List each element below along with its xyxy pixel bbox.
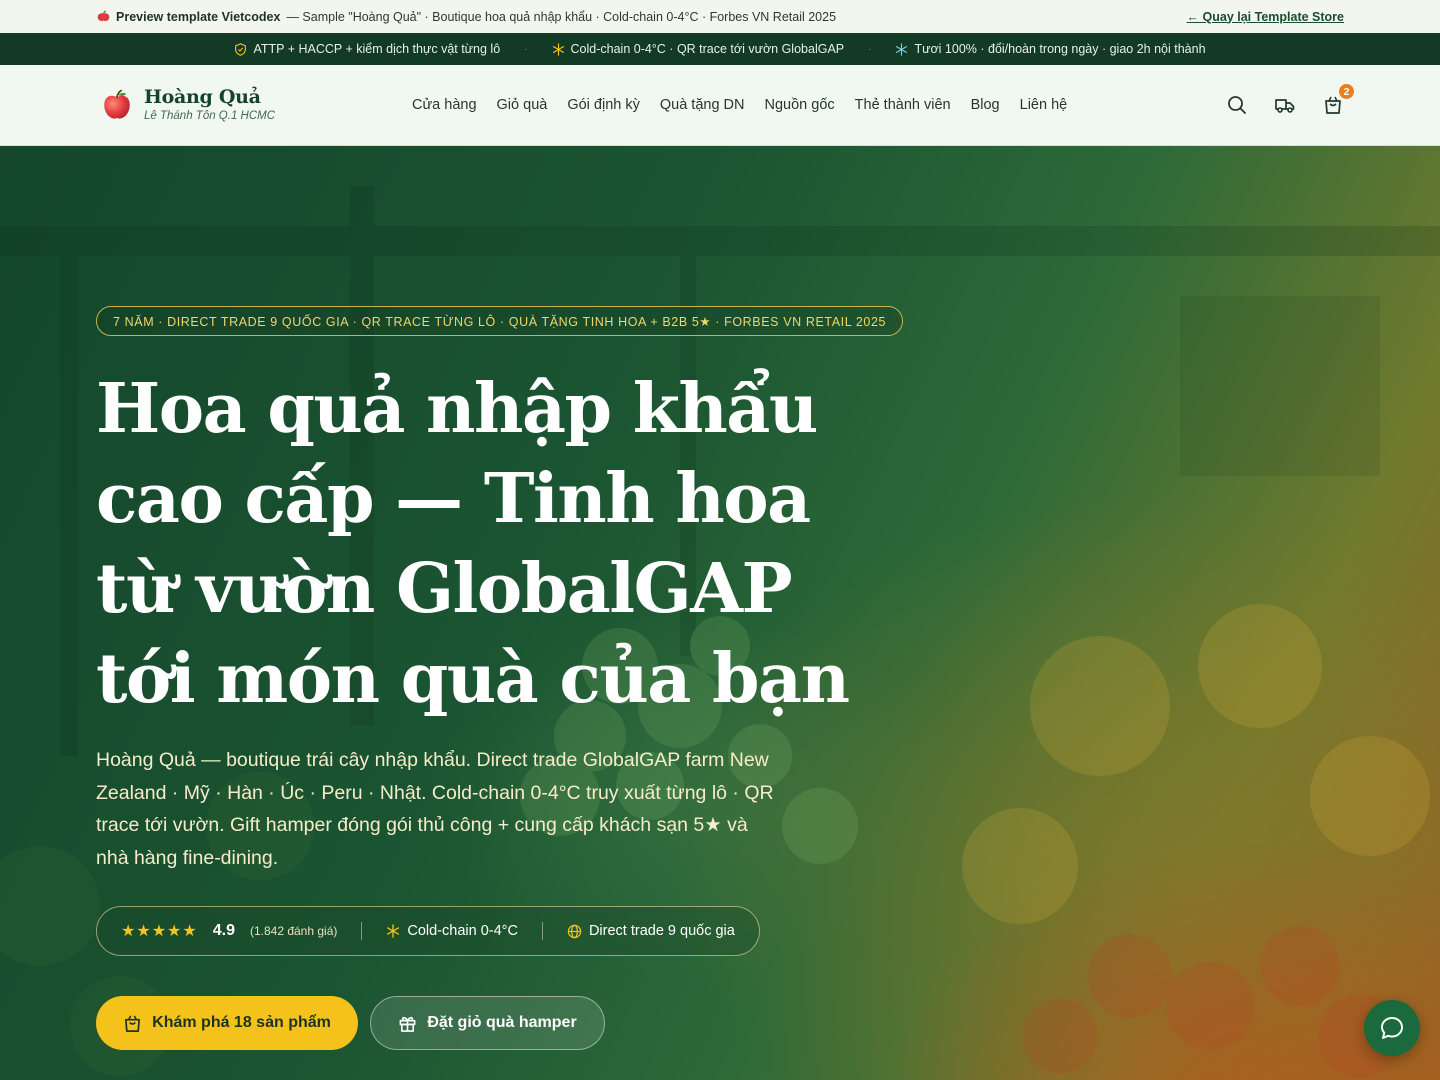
search-icon bbox=[1228, 96, 1246, 114]
trust-separator: · bbox=[868, 43, 872, 55]
shopping-bag-icon bbox=[125, 1015, 141, 1032]
hero-section: 7 NĂM · DIRECT TRADE 9 QUỐC GIA · QR TRA… bbox=[0, 146, 1440, 1080]
cart-button[interactable]: 2 bbox=[1322, 82, 1356, 116]
direct-trade-stat: Direct trade 9 quốc gia bbox=[567, 923, 735, 939]
hero-stats: ★★★★★ 4.9 (1.842 đánh giá) Cold-chain 0-… bbox=[96, 906, 760, 956]
trust-item-text: Tươi 100% · đổi/hoàn trong ngày · giao 2… bbox=[914, 42, 1206, 56]
globe-icon bbox=[567, 924, 582, 938]
brand-tagline: Lê Thánh Tôn Q.1 HCMC bbox=[144, 109, 276, 122]
trust-item-text: ATTP + HACCP + kiểm dịch thực vật từng l… bbox=[253, 42, 501, 56]
cart-count-badge: 2 bbox=[1337, 82, 1356, 101]
nav-item-shop[interactable]: Cửa hàng bbox=[412, 97, 477, 113]
main-nav: Cửa hàng Giỏ quà Gói định kỳ Quà tặng DN… bbox=[412, 97, 1067, 113]
nav-item-origin[interactable]: Nguồn gốc bbox=[765, 97, 835, 113]
order-hamper-label: Đặt giỏ quà hamper bbox=[427, 1014, 577, 1031]
explore-products-button[interactable]: Khám phá 18 sản phẩm bbox=[96, 996, 358, 1050]
rating-value: 4.9 bbox=[212, 922, 235, 939]
coldchain-text: Cold-chain 0-4°C bbox=[407, 923, 518, 939]
preview-description: — Sample "Hoàng Quả" · Boutique hoa quả … bbox=[286, 9, 837, 24]
apple-icon bbox=[97, 10, 110, 22]
nav-item-corporate-gifts[interactable]: Quà tặng DN bbox=[660, 97, 745, 113]
rating-summary: ★★★★★ 4.9 (1.842 đánh giá) bbox=[121, 921, 337, 941]
apple-logo-icon bbox=[104, 89, 130, 119]
hero-badge: 7 NĂM · DIRECT TRADE 9 QUỐC GIA · QR TRA… bbox=[96, 306, 904, 336]
stats-divider bbox=[361, 922, 363, 940]
nav-item-membership[interactable]: Thẻ thành viên bbox=[855, 97, 951, 113]
preview-label: Preview template Vietcodex bbox=[116, 9, 281, 24]
hero-headline: Hoa quả nhập khẩu cao cấp — Tinh hoa từ … bbox=[96, 369, 850, 719]
site-header: Hoàng Quả Lê Thánh Tôn Q.1 HCMC Cửa hàng… bbox=[0, 65, 1440, 146]
truck-icon bbox=[1275, 99, 1295, 113]
trust-separator: · bbox=[524, 43, 528, 55]
shield-icon bbox=[235, 42, 247, 56]
stats-divider bbox=[541, 922, 543, 940]
nav-item-contact[interactable]: Liên hệ bbox=[1020, 97, 1068, 113]
chat-bubble-icon bbox=[1381, 1017, 1403, 1039]
search-button[interactable] bbox=[1226, 94, 1248, 116]
coldchain-stat: Cold-chain 0-4°C bbox=[386, 923, 518, 939]
explore-products-label: Khám phá 18 sản phẩm bbox=[152, 1014, 331, 1031]
chat-button[interactable] bbox=[1364, 1000, 1420, 1056]
snowflake-icon bbox=[387, 924, 400, 938]
nav-item-blog[interactable]: Blog bbox=[971, 97, 1000, 113]
preview-bar: Preview template Vietcodex — Sample "Hoà… bbox=[0, 0, 1440, 33]
nav-item-gift-baskets[interactable]: Giỏ quà bbox=[497, 97, 548, 113]
snowflake-icon bbox=[552, 42, 564, 56]
brand-logo[interactable]: Hoàng Quả Lê Thánh Tôn Q.1 HCMC bbox=[100, 85, 410, 123]
snowflake-icon bbox=[896, 42, 908, 56]
nav-item-subscriptions[interactable]: Gói định kỳ bbox=[567, 97, 640, 113]
gift-icon bbox=[399, 1016, 416, 1032]
order-hamper-button[interactable]: Đặt giỏ quà hamper bbox=[370, 996, 605, 1050]
hero-lead: Hoàng Quả — boutique trái cây nhập khẩu.… bbox=[96, 749, 774, 869]
trust-item-text: Cold-chain 0-4°C · QR trace tới vườn Glo… bbox=[570, 42, 845, 56]
trust-item-coldchain: Cold-chain 0-4°C · QR trace tới vườn Glo… bbox=[552, 42, 845, 56]
trust-strip: ATTP + HACCP + kiểm dịch thực vật từng l… bbox=[0, 33, 1440, 65]
brand-name: Hoàng Quả bbox=[144, 85, 261, 108]
direct-trade-text: Direct trade 9 quốc gia bbox=[588, 923, 735, 939]
rating-stars: ★★★★★ bbox=[121, 923, 198, 940]
back-to-store-link[interactable]: ← Quay lại Template Store bbox=[1187, 10, 1344, 24]
preview-info: Preview template Vietcodex — Sample "Hoà… bbox=[97, 10, 836, 24]
delivery-button[interactable] bbox=[1274, 94, 1296, 116]
header-actions: 2 bbox=[1226, 82, 1356, 116]
trust-item-fresh: Tươi 100% · đổi/hoàn trong ngày · giao 2… bbox=[895, 42, 1206, 56]
trust-item-safety: ATTP + HACCP + kiểm dịch thực vật từng l… bbox=[234, 42, 500, 56]
rating-count: (1.842 đánh giá) bbox=[249, 924, 338, 938]
